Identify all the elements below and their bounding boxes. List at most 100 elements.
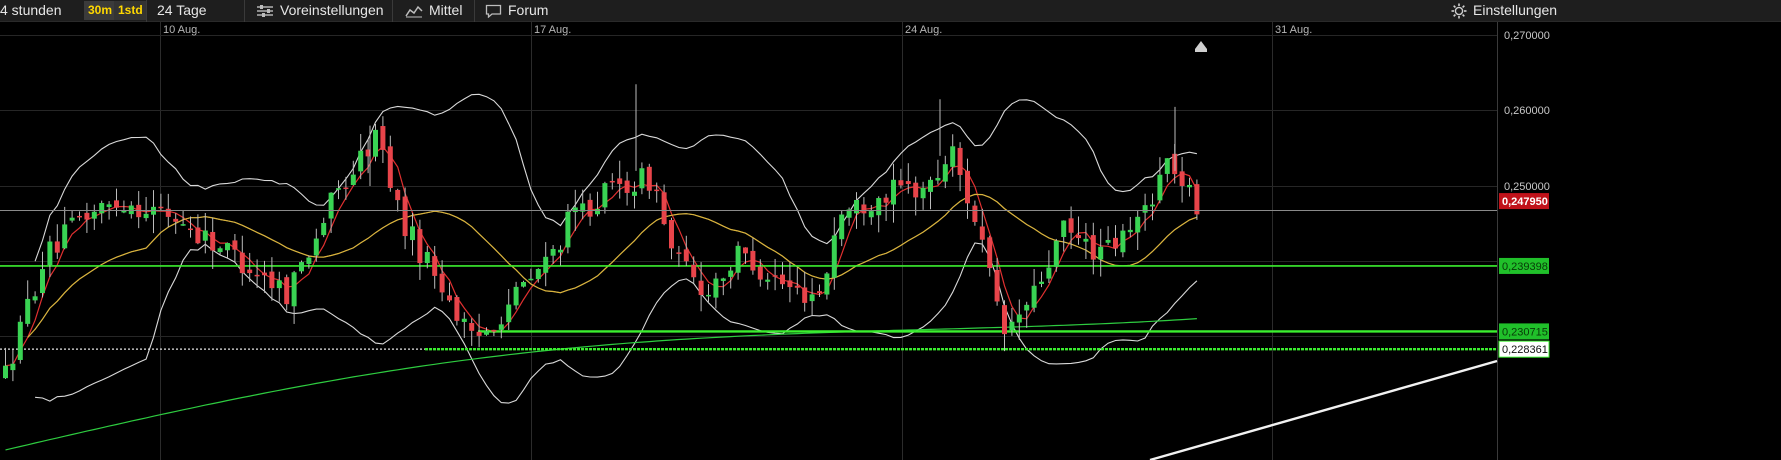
candle-up [1105, 239, 1111, 243]
y-tick-label: 0,250000 [1504, 181, 1550, 193]
upper-band-line [34, 93, 1198, 262]
candle-down [188, 228, 193, 231]
candle-up [950, 146, 956, 167]
timeframe-label[interactable]: 4 stunden [0, 0, 62, 22]
toolbar-divider [474, 0, 475, 22]
candle-up [513, 286, 519, 306]
candle-up [565, 211, 571, 248]
candle-down [417, 229, 423, 264]
candle-up [543, 256, 549, 273]
price-chart[interactable]: 10 Aug. 17 Aug. 24 Aug. 31 Aug. 0,270000… [0, 22, 1781, 460]
toolbar-divider [244, 0, 245, 22]
candle-down [114, 200, 119, 208]
candle-up [639, 168, 645, 189]
candle-up [143, 213, 149, 219]
candle-down [654, 189, 660, 192]
candle-up [713, 278, 719, 298]
candle-down [402, 196, 408, 237]
candle-down [587, 199, 593, 217]
candle-down [54, 241, 60, 253]
average-button[interactable]: Mittel [405, 0, 462, 22]
interval-30m-button[interactable]: 30m [84, 1, 117, 20]
candle-down [1179, 171, 1185, 186]
candle-up [595, 208, 600, 215]
candle-up [1150, 204, 1155, 207]
candle-down [609, 180, 615, 183]
candle-up [47, 241, 53, 266]
candle-up [1039, 281, 1044, 285]
candle-up [424, 251, 430, 264]
candle-up [920, 187, 926, 199]
x-axis: 10 Aug. 17 Aug. 24 Aug. 31 Aug. [163, 24, 1312, 36]
candle-up [831, 235, 837, 278]
candle-up [868, 211, 874, 218]
interval-1std-button[interactable]: 1std [114, 1, 147, 20]
candle-down [1002, 305, 1007, 335]
candle-up [99, 202, 105, 214]
candle-down [84, 212, 90, 220]
y-tick-label: 0,270000 [1504, 30, 1550, 42]
candle-up [3, 365, 8, 379]
candle-up [461, 318, 467, 322]
candle-down [913, 182, 919, 198]
x-tick-label: 31 Aug. [1275, 24, 1312, 36]
candle-down [817, 291, 822, 293]
level-badge: 0,239398 [1502, 261, 1548, 273]
candle-down [965, 170, 970, 204]
candle-up [128, 205, 134, 215]
level-badge: 0,228361 [1502, 344, 1548, 356]
candle-up [824, 273, 830, 295]
candle-up [765, 279, 771, 282]
candle-down [780, 274, 785, 285]
candle-down [239, 252, 245, 274]
candle-down [454, 297, 460, 321]
candle-down [158, 206, 164, 209]
scroll-to-end-icon[interactable] [1195, 41, 1207, 52]
candle-up [839, 214, 845, 240]
chat-bubble-icon [485, 5, 502, 19]
period-button[interactable]: 24 Tage [157, 0, 207, 22]
candle-down [861, 204, 867, 214]
toolbar-divider [392, 0, 393, 22]
gear-icon [1451, 3, 1467, 19]
forum-label: Forum [508, 2, 549, 18]
y-tick-label: 0,260000 [1504, 105, 1550, 117]
candle-up [809, 294, 815, 302]
candle-up [528, 278, 534, 281]
candle-down [173, 218, 179, 222]
candle-down [269, 271, 275, 289]
candle-up [1053, 240, 1059, 267]
candle-down [972, 205, 978, 222]
candle-down [1194, 184, 1200, 215]
candle-down [380, 126, 386, 150]
candle-up [121, 210, 127, 213]
candle-up [891, 179, 896, 205]
candle-down [247, 269, 253, 274]
sliders-icon [257, 5, 273, 18]
candle-down [262, 272, 267, 276]
x-tick-label: 17 Aug. [534, 24, 571, 36]
candle-down [343, 187, 349, 190]
settings-button[interactable]: Einstellungen [1451, 0, 1557, 22]
candle-up [1083, 238, 1089, 242]
candle-down [77, 215, 82, 218]
candle-up [69, 217, 75, 221]
candle-down [676, 252, 682, 254]
presets-button[interactable]: Voreinstellungen [256, 0, 384, 22]
candle-down [165, 208, 171, 217]
candle-down [683, 249, 689, 262]
candle-up [1098, 246, 1104, 260]
candle-down [210, 231, 216, 251]
candle-up [1135, 216, 1141, 233]
candle-up [299, 262, 304, 272]
candle-up [313, 238, 319, 256]
candle-down [387, 146, 393, 188]
candle-up [276, 280, 282, 289]
candle-down [787, 280, 793, 288]
toolbar-divider [146, 0, 147, 22]
trend-line[interactable] [1149, 359, 1498, 460]
forum-button[interactable]: Forum [485, 0, 548, 22]
candle-down [661, 192, 667, 225]
candle-down [254, 274, 260, 277]
candle-up [350, 174, 356, 185]
